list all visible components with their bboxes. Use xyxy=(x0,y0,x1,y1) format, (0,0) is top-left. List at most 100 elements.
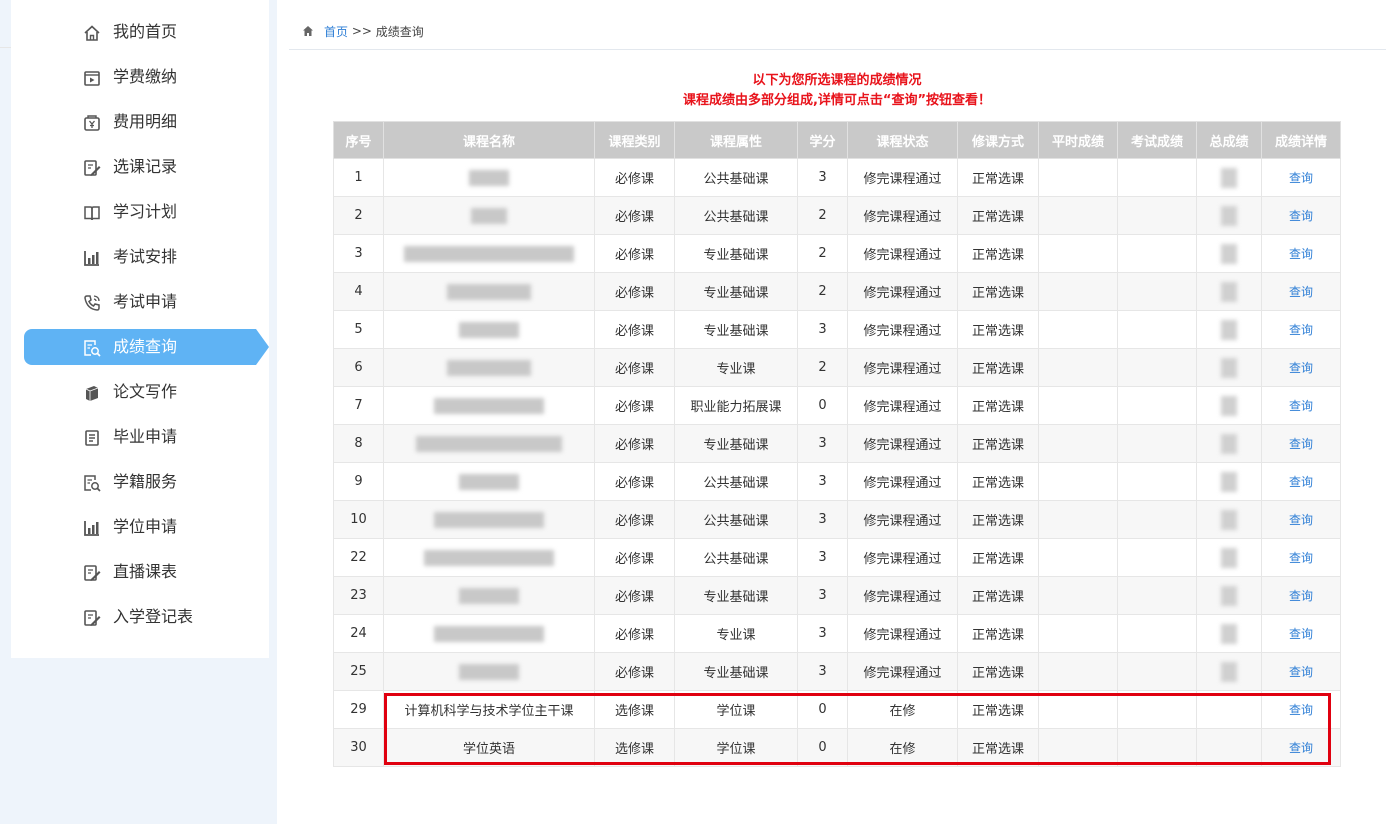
redacted-text xyxy=(459,321,519,338)
cell-exam xyxy=(1117,234,1197,273)
chart-bar-icon xyxy=(82,248,102,268)
cell-status: 修完课程通过 xyxy=(847,576,958,615)
sidebar-item-11[interactable]: 学位申请 xyxy=(24,509,256,545)
cell-attribute: 学位课 xyxy=(674,728,798,767)
query-link[interactable]: 查询 xyxy=(1289,703,1313,717)
column-header: 考试成绩 xyxy=(1117,121,1197,159)
cell-credit: 0 xyxy=(797,728,848,767)
redacted-score xyxy=(1221,167,1237,188)
cell-course-name-redacted xyxy=(383,652,595,691)
cell-detail: 查询 xyxy=(1261,576,1341,615)
cell-no: 29 xyxy=(333,690,384,729)
query-link[interactable]: 查询 xyxy=(1289,665,1313,679)
query-link[interactable]: 查询 xyxy=(1289,399,1313,413)
sidebar-item-5[interactable]: 考试安排 xyxy=(24,239,256,275)
sidebar-item-2[interactable]: 费用明细 xyxy=(24,104,256,140)
sidebar-item-0[interactable]: 我的首页 xyxy=(24,14,256,50)
cell-usual xyxy=(1038,386,1118,425)
cell-usual xyxy=(1038,196,1118,235)
cell-status: 在修 xyxy=(847,728,958,767)
sidebar-item-10[interactable]: 学籍服务 xyxy=(24,464,256,500)
cell-attribute: 专业基础课 xyxy=(674,424,798,463)
cell-exam xyxy=(1117,652,1197,691)
table-row: 23 必修课 专业基础课 3 修完课程通过 正常选课 查询 xyxy=(333,576,1341,615)
query-link[interactable]: 查询 xyxy=(1289,323,1313,337)
query-link[interactable]: 查询 xyxy=(1289,475,1313,489)
cell-total-redacted xyxy=(1196,614,1262,653)
cell-credit: 3 xyxy=(797,576,848,615)
cell-status: 修完课程通过 xyxy=(847,538,958,577)
cell-no: 22 xyxy=(333,538,384,577)
cell-exam xyxy=(1117,500,1197,539)
column-header: 课程属性 xyxy=(674,121,798,159)
query-link[interactable]: 查询 xyxy=(1289,437,1313,451)
query-link[interactable]: 查询 xyxy=(1289,589,1313,603)
sidebar-item-8[interactable]: 论文写作 xyxy=(24,374,256,410)
query-link[interactable]: 查询 xyxy=(1289,171,1313,185)
query-link[interactable]: 查询 xyxy=(1289,209,1313,223)
cell-no: 7 xyxy=(333,386,384,425)
cell-no: 1 xyxy=(333,158,384,197)
cell-no: 4 xyxy=(333,272,384,311)
cell-exam xyxy=(1117,424,1197,463)
cell-usual xyxy=(1038,728,1118,767)
cell-exam xyxy=(1117,386,1197,425)
cell-usual xyxy=(1038,538,1118,577)
cell-no: 5 xyxy=(333,310,384,349)
cell-credit: 2 xyxy=(797,234,848,273)
sidebar-item-4[interactable]: 学习计划 xyxy=(24,194,256,230)
cell-attribute: 公共基础课 xyxy=(674,538,798,577)
redacted-score xyxy=(1221,243,1237,264)
sidebar-item-9[interactable]: 毕业申请 xyxy=(24,419,256,455)
redacted-text xyxy=(434,397,544,414)
query-link[interactable]: 查询 xyxy=(1289,741,1313,755)
sidebar-item-3[interactable]: 选课记录 xyxy=(24,149,256,185)
sidebar-item-1[interactable]: 学费缴纳 xyxy=(24,59,256,95)
redacted-text xyxy=(459,663,519,680)
cell-category: 必修课 xyxy=(594,462,675,501)
cell-detail: 查询 xyxy=(1261,462,1341,501)
redacted-score xyxy=(1221,395,1237,416)
table-row: 24 必修课 专业课 3 修完课程通过 正常选课 查询 xyxy=(333,614,1341,653)
query-link[interactable]: 查询 xyxy=(1289,247,1313,261)
cell-no: 25 xyxy=(333,652,384,691)
cell-course-name-redacted xyxy=(383,196,595,235)
cell-total-redacted xyxy=(1196,576,1262,615)
query-link[interactable]: 查询 xyxy=(1289,513,1313,527)
column-header: 成绩详情 xyxy=(1261,121,1341,159)
cell-attribute: 公共基础课 xyxy=(674,500,798,539)
redacted-score xyxy=(1221,433,1237,454)
cell-usual xyxy=(1038,576,1118,615)
table-row: 5 必修课 专业基础课 3 修完课程通过 正常选课 查询 xyxy=(333,310,1341,349)
cell-usual xyxy=(1038,614,1118,653)
query-link[interactable]: 查询 xyxy=(1289,285,1313,299)
breadcrumb-home-link[interactable]: 首页 xyxy=(324,23,348,40)
sidebar-item-13[interactable]: 入学登记表 xyxy=(24,599,256,635)
cell-total-redacted xyxy=(1196,234,1262,273)
cell-credit: 0 xyxy=(797,386,848,425)
sidebar-item-label: 考试安排 xyxy=(113,247,178,266)
cell-credit: 2 xyxy=(797,272,848,311)
cell-exam xyxy=(1117,158,1197,197)
cell-detail: 查询 xyxy=(1261,196,1341,235)
redacted-text xyxy=(447,283,531,300)
table-row: 29 计算机科学与技术学位主干课 选修课 学位课 0 在修 正常选课 查询 xyxy=(333,690,1341,729)
cell-category: 必修课 xyxy=(594,310,675,349)
sidebar-menu: 我的首页学费缴纳费用明细选课记录学习计划考试安排考试申请成绩查询论文写作毕业申请… xyxy=(11,0,269,658)
cell-credit: 3 xyxy=(797,652,848,691)
cell-no: 3 xyxy=(333,234,384,273)
sidebar-item-label: 学位申请 xyxy=(113,517,178,536)
cell-total xyxy=(1196,690,1262,729)
sidebar-item-12[interactable]: 直播课表 xyxy=(24,554,256,590)
redacted-score xyxy=(1221,585,1237,606)
sidebar-item-7[interactable]: 成绩查询 xyxy=(24,329,269,365)
sidebar-item-6[interactable]: 考试申请 xyxy=(24,284,256,320)
cell-course-name-redacted xyxy=(383,614,595,653)
cell-attribute: 职业能力拓展课 xyxy=(674,386,798,425)
cell-no: 9 xyxy=(333,462,384,501)
cell-credit: 3 xyxy=(797,424,848,463)
query-link[interactable]: 查询 xyxy=(1289,361,1313,375)
query-link[interactable]: 查询 xyxy=(1289,627,1313,641)
query-link[interactable]: 查询 xyxy=(1289,551,1313,565)
chart-bar-icon xyxy=(82,518,102,538)
